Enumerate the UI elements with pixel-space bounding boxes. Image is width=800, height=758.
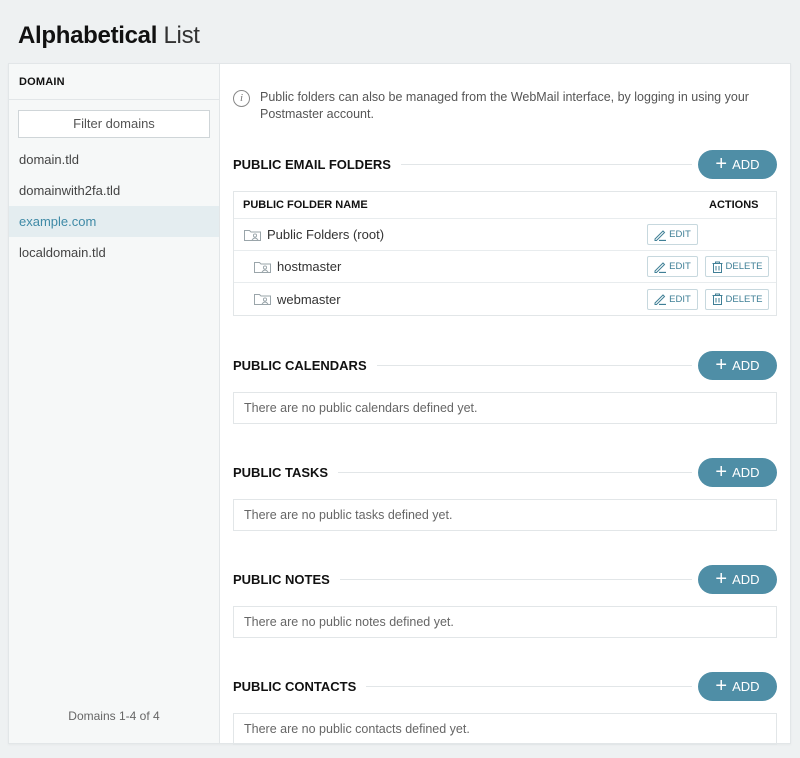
column-actions: ACTIONS xyxy=(709,199,759,211)
page-title-light: List xyxy=(163,22,200,49)
folder-name[interactable]: Public Folders (root) xyxy=(267,227,647,242)
section-title: PUBLIC CALENDARS xyxy=(233,357,367,373)
sidebar-item-domainwith2fa-tld[interactable]: domainwith2fa.tld xyxy=(9,175,219,206)
pagination-status: Domains 1-4 of 4 xyxy=(68,709,160,723)
plus-icon: + xyxy=(715,354,728,376)
add-email-folder-button[interactable]: + ADD xyxy=(698,149,777,179)
content-panel: DOMAIN Filter domains domain.tld domainw… xyxy=(8,63,791,745)
add-label: ADD xyxy=(732,357,760,373)
domain-sidebar: DOMAIN Filter domains domain.tld domainw… xyxy=(9,64,220,743)
divider xyxy=(339,578,692,580)
edit-button[interactable]: EDIT xyxy=(647,288,698,310)
folder-name[interactable]: hostmaster xyxy=(277,259,647,274)
public-folder-icon xyxy=(254,294,271,305)
plus-icon: + xyxy=(715,153,728,175)
edit-label: EDIT xyxy=(669,229,691,240)
section-calendars: PUBLIC CALENDARS + ADD There are no publi… xyxy=(233,350,777,424)
pencil-icon xyxy=(654,261,667,273)
table-row: Public Folders (root) EDIT xyxy=(234,219,776,251)
divider xyxy=(338,471,692,473)
pencil-icon xyxy=(654,294,667,305)
empty-message: There are no public contacts defined yet… xyxy=(233,713,777,745)
trash-icon xyxy=(712,261,723,273)
info-text: Public folders can also be managed from … xyxy=(260,90,749,121)
edit-label: EDIT xyxy=(669,261,691,272)
pencil-icon xyxy=(654,229,667,241)
folders-table: PUBLIC FOLDER NAME ACTIONS Public Folder… xyxy=(233,191,777,316)
edit-button[interactable]: EDIT xyxy=(647,256,698,277)
add-note-button[interactable]: + ADD xyxy=(698,564,777,594)
divider xyxy=(376,364,692,366)
info-icon: i xyxy=(233,90,250,107)
sidebar-item-domain-tld[interactable]: domain.tld xyxy=(9,144,219,175)
plus-icon: + xyxy=(715,568,728,590)
divider xyxy=(400,163,692,165)
section-title: PUBLIC CONTACTS xyxy=(233,678,357,694)
public-folder-icon xyxy=(244,229,261,241)
delete-button[interactable]: DELETE xyxy=(705,256,769,277)
section-title: PUBLIC TASKS xyxy=(233,464,329,480)
page-title: Alphabetical List xyxy=(18,22,200,50)
folder-name[interactable]: webmaster xyxy=(277,292,647,307)
edit-button[interactable]: EDIT xyxy=(647,224,698,245)
plus-icon: + xyxy=(715,675,728,697)
add-label: ADD xyxy=(732,678,760,694)
table-header: PUBLIC FOLDER NAME ACTIONS xyxy=(234,192,776,219)
sidebar-item-localdomain-tld[interactable]: localdomain.tld xyxy=(9,237,219,268)
column-folder-name: PUBLIC FOLDER NAME xyxy=(243,199,368,211)
trash-icon xyxy=(712,293,723,305)
section-title: PUBLIC NOTES xyxy=(233,571,330,587)
filter-domains-input[interactable]: Filter domains xyxy=(18,110,210,138)
section-contacts: PUBLIC CONTACTS + ADD There are no public… xyxy=(233,671,777,745)
table-row: webmaster EDIT DELETE xyxy=(234,283,776,315)
section-title: PUBLIC EMAIL FOLDERS xyxy=(233,156,391,172)
empty-message: There are no public notes defined yet. xyxy=(233,606,777,638)
plus-icon: + xyxy=(715,461,728,483)
add-label: ADD xyxy=(732,464,760,480)
main-content: i Public folders can also be managed fro… xyxy=(221,64,790,745)
add-label: ADD xyxy=(732,571,760,587)
add-calendar-button[interactable]: + ADD xyxy=(698,350,777,380)
section-email-folders: PUBLIC EMAIL FOLDERS + ADD PUBLIC FOLDER … xyxy=(233,149,777,316)
delete-label: DELETE xyxy=(725,261,763,272)
section-notes: PUBLIC NOTES + ADD There are no public no… xyxy=(233,564,777,638)
divider xyxy=(366,685,692,687)
add-label: ADD xyxy=(732,156,760,172)
sidebar-item-example-com[interactable]: example.com xyxy=(9,206,219,237)
sidebar-header: DOMAIN xyxy=(9,64,219,100)
edit-label: EDIT xyxy=(669,293,691,305)
info-note: i Public folders can also be managed fro… xyxy=(233,89,777,123)
table-row: hostmaster EDIT DELETE xyxy=(234,251,776,283)
delete-label: DELETE xyxy=(725,293,763,305)
add-contact-button[interactable]: + ADD xyxy=(698,671,777,701)
page-title-bold: Alphabetical xyxy=(18,22,158,49)
add-task-button[interactable]: + ADD xyxy=(698,457,777,487)
empty-message: There are no public tasks defined yet. xyxy=(233,499,777,531)
section-tasks: PUBLIC TASKS + ADD There are no public ta… xyxy=(233,457,777,531)
public-folder-icon xyxy=(254,261,271,273)
delete-button[interactable]: DELETE xyxy=(705,288,769,310)
empty-message: There are no public calendars defined ye… xyxy=(233,392,777,424)
